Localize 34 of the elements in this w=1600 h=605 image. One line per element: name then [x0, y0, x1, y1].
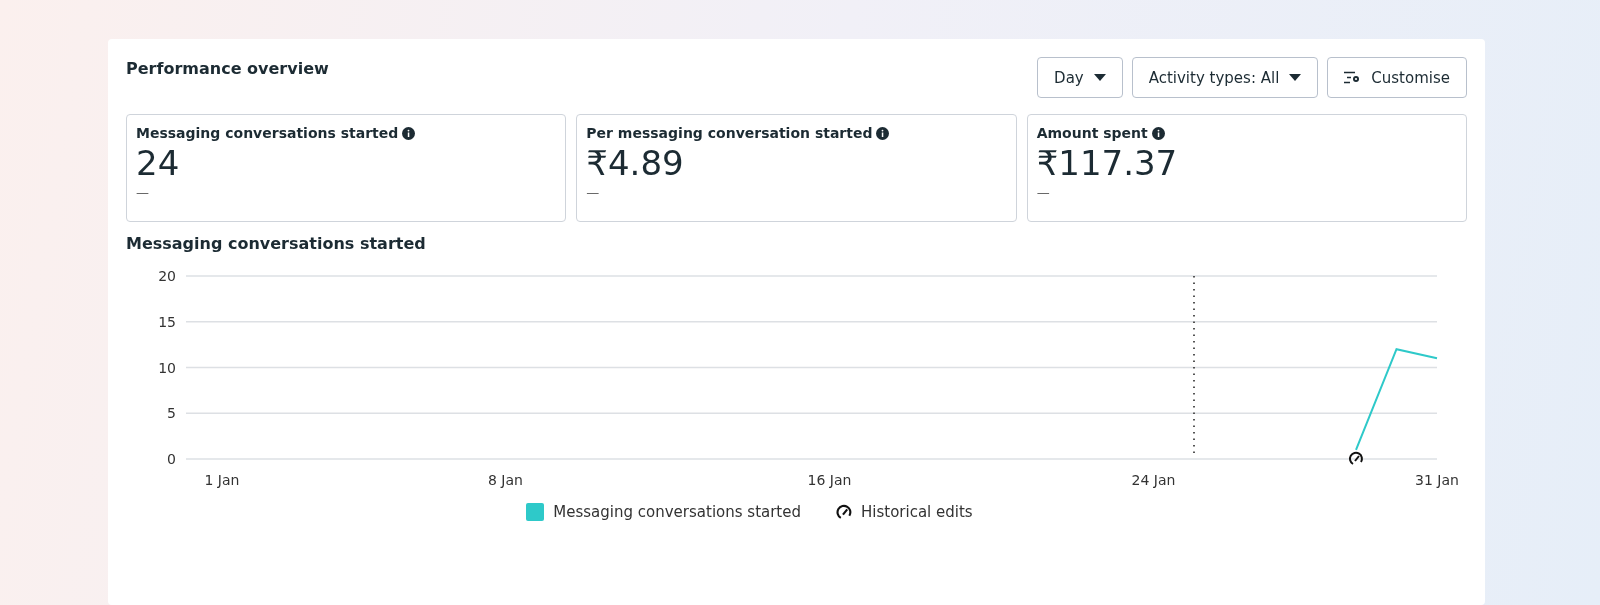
y-tick-label: 0	[167, 451, 176, 467]
legend-label: Historical edits	[861, 503, 973, 521]
gauge-icon[interactable]	[1348, 451, 1363, 465]
metric-label: Per messaging conversation started	[586, 125, 873, 141]
metric-value: ₹117.37	[1036, 143, 1179, 183]
metric-change: —	[586, 185, 601, 200]
x-tick-label: 24 Jan	[1131, 472, 1176, 488]
chart-title: Messaging conversations started	[126, 234, 427, 253]
dropdown-button[interactable]: Activity types: All	[1131, 57, 1319, 98]
metric-value: 24	[136, 143, 181, 183]
info-icon[interactable]	[876, 126, 890, 140]
legend-label: Messaging conversations started	[553, 503, 801, 521]
x-tick-label: 16 Jan	[807, 472, 852, 488]
metric-change: —	[136, 185, 150, 200]
metric-change: —	[1036, 185, 1051, 200]
y-tick-label: 10	[158, 359, 176, 376]
info-icon[interactable]	[1151, 126, 1165, 140]
customise-button[interactable]: Customise	[1327, 57, 1467, 98]
caret-icon	[1093, 74, 1106, 81]
gauge-icon	[835, 504, 853, 520]
metric-label: Amount spent	[1036, 125, 1148, 141]
caret-icon	[1289, 74, 1302, 81]
panel-title: Performance overview	[126, 59, 329, 78]
metric-value: ₹4.89	[586, 143, 685, 183]
x-tick-label: 31 Jan	[1415, 472, 1459, 488]
info-icon[interactable]	[402, 126, 416, 140]
metric-label: Messaging conversations started	[136, 125, 399, 141]
y-tick-label: 15	[158, 313, 176, 330]
x-tick-label: 8 Jan	[488, 472, 523, 488]
settings-icon	[1344, 71, 1362, 84]
x-tick-label: 1 Jan	[204, 472, 240, 488]
y-tick-label: 5	[167, 405, 176, 422]
y-tick-label: 20	[158, 268, 176, 284]
dropdown-button[interactable]: Day	[1037, 57, 1123, 98]
